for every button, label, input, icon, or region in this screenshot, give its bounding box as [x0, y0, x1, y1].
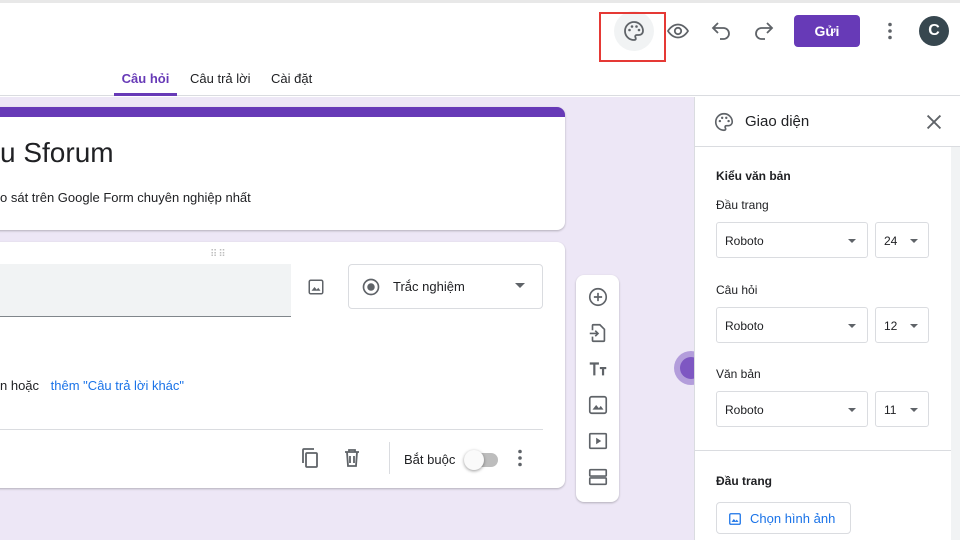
undo-icon	[711, 22, 730, 40]
add-image-tool-button[interactable]	[586, 393, 610, 417]
more-vert-icon	[888, 22, 892, 40]
radio-button-icon	[362, 278, 380, 296]
trash-icon	[345, 449, 359, 467]
question-card[interactable]: ⠿⠿ Trắc nghiệm n hoặc thêm "Câu trả lời …	[0, 242, 565, 488]
add-option-row: n hoặc thêm "Câu trả lời khác"	[0, 378, 184, 393]
preview-button[interactable]	[658, 11, 698, 51]
text-size-value: 11	[884, 403, 897, 417]
import-questions-button[interactable]	[586, 321, 610, 345]
theme-panel-body: Kiểu văn bản Đầu trang Roboto 24 Câu hỏi…	[695, 147, 951, 540]
text-size-select[interactable]: 11	[875, 391, 929, 427]
palette-icon	[715, 112, 734, 132]
header-section-title: Đầu trang	[716, 474, 773, 488]
choose-image-button[interactable]: Chọn hình ảnh	[716, 502, 851, 534]
form-title-card[interactable]: u Sforum o sát trên Google Form chuyên n…	[0, 107, 565, 230]
question-size-select[interactable]: 12	[875, 307, 929, 343]
header-font-value: Roboto	[725, 234, 764, 248]
image-icon	[729, 513, 741, 525]
toggle-knob	[464, 450, 484, 470]
text-font-select[interactable]: Roboto	[716, 391, 868, 427]
avatar[interactable]: C	[919, 16, 949, 46]
divider	[0, 429, 543, 430]
copy-icon	[302, 448, 318, 468]
vertical-divider	[389, 442, 390, 474]
send-button[interactable]: Gửi	[794, 15, 860, 47]
or-text: n hoặc	[0, 378, 40, 393]
chevron-down-icon	[910, 324, 918, 328]
question-title-input[interactable]	[0, 264, 291, 317]
theme-panel: Giao diện Kiểu văn bản Đầu trang Roboto …	[694, 97, 960, 540]
question-type-label: Trắc nghiệm	[393, 279, 465, 294]
close-icon[interactable]	[923, 111, 945, 133]
required-toggle[interactable]	[464, 450, 498, 470]
chevron-down-icon	[910, 408, 918, 412]
header-label: Đầu trang	[716, 198, 769, 212]
question-font-select[interactable]: Roboto	[716, 307, 868, 343]
add-question-button[interactable]	[586, 285, 610, 309]
text-icon	[589, 362, 607, 376]
add-other-answer-link[interactable]: thêm "Câu trả lời khác"	[51, 378, 184, 393]
tab-questions[interactable]: Câu hỏi	[114, 71, 177, 96]
add-circle-icon	[588, 287, 608, 307]
form-title[interactable]: u Sforum	[0, 137, 114, 169]
required-label: Bắt buộc	[404, 452, 456, 467]
form-canvas: u Sforum o sát trên Google Form chuyên n…	[0, 97, 708, 540]
header-font-select[interactable]: Roboto	[716, 222, 868, 258]
form-description[interactable]: o sát trên Google Form chuyên nghiệp nhấ…	[0, 190, 251, 205]
image-icon	[308, 279, 324, 295]
question-type-select[interactable]: Trắc nghiệm	[348, 264, 543, 309]
more-options-button[interactable]	[870, 11, 910, 51]
theme-panel-title: Giao diện	[745, 113, 810, 130]
more-vert-icon	[518, 449, 522, 467]
add-section-button[interactable]	[586, 465, 610, 489]
divider	[695, 450, 951, 451]
video-icon	[588, 432, 608, 450]
text-style-title: Kiểu văn bản	[716, 169, 791, 183]
add-video-button[interactable]	[586, 429, 610, 453]
chevron-down-icon	[848, 324, 856, 328]
add-title-description-button[interactable]	[586, 357, 610, 381]
chevron-down-icon	[910, 239, 918, 243]
undo-button[interactable]	[701, 11, 741, 51]
theme-panel-header: Giao diện	[695, 97, 960, 147]
eye-icon	[666, 23, 690, 39]
tab-bar: Câu hỏi Câu trả lời Cài đặt	[0, 66, 960, 96]
text-font-value: Roboto	[725, 403, 764, 417]
chevron-down-icon	[515, 283, 525, 288]
redo-icon	[755, 22, 774, 40]
question-more-button[interactable]	[508, 446, 532, 470]
tab-settings[interactable]: Cài đặt	[271, 71, 312, 96]
theme-panel-scroll[interactable]: Kiểu văn bản Đầu trang Roboto 24 Câu hỏi…	[695, 147, 960, 540]
header-size-select[interactable]: 24	[875, 222, 929, 258]
section-icon	[588, 468, 608, 486]
image-icon	[588, 395, 608, 415]
tab-responses[interactable]: Câu trả lời	[190, 71, 251, 96]
question-font-value: Roboto	[725, 319, 764, 333]
chevron-down-icon	[848, 408, 856, 412]
highlight-annotation	[599, 12, 666, 62]
choose-image-label: Chọn hình ảnh	[750, 511, 836, 526]
delete-button[interactable]	[340, 446, 364, 470]
header-size-value: 24	[884, 234, 898, 248]
duplicate-button[interactable]	[298, 446, 322, 470]
question-size-value: 12	[884, 319, 898, 333]
import-icon	[589, 323, 606, 343]
text-label: Văn bản	[716, 367, 761, 381]
drag-handle-icon[interactable]: ⠿⠿	[210, 249, 227, 260]
chevron-down-icon	[848, 239, 856, 243]
question-label: Câu hỏi	[716, 283, 758, 297]
redo-button[interactable]	[744, 11, 784, 51]
floating-toolbar	[576, 275, 619, 502]
add-image-button[interactable]	[303, 274, 329, 300]
